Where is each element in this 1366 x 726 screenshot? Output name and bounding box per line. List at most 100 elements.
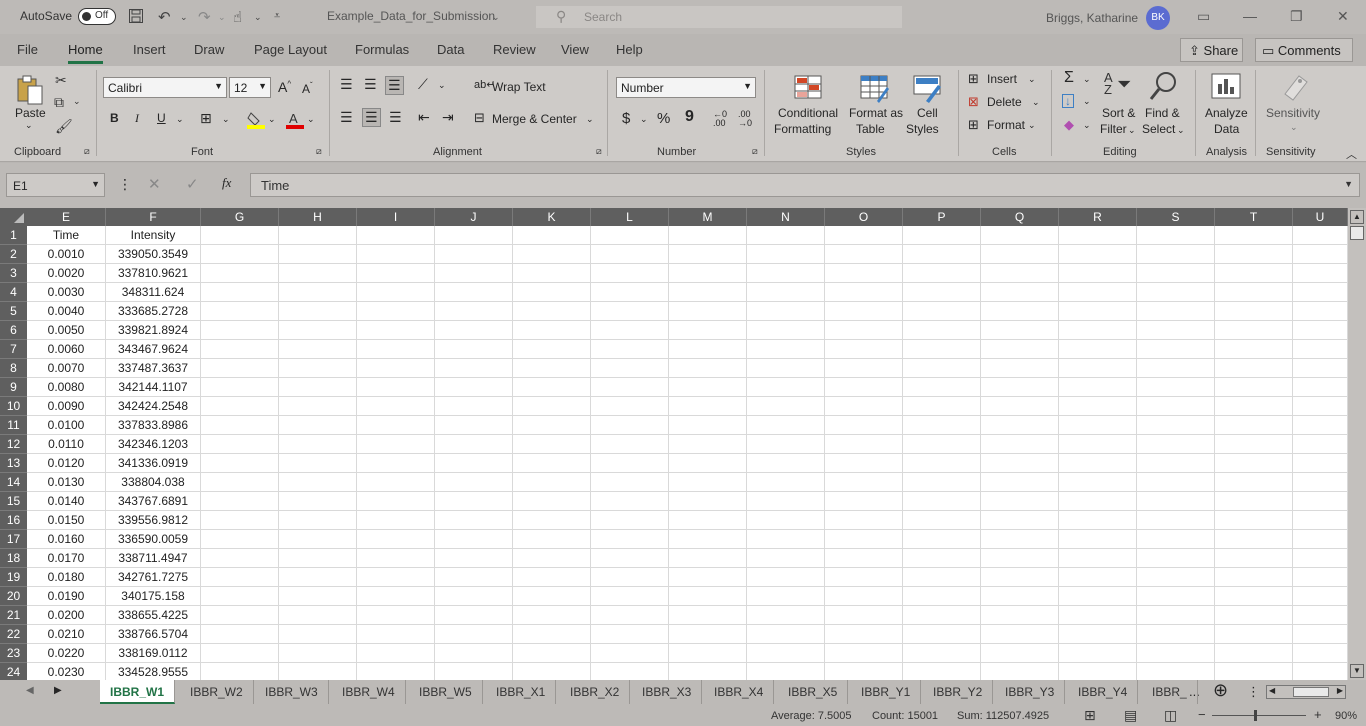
wrap-text-button[interactable]: Wrap Text	[492, 80, 546, 94]
sheet-tab[interactable]: IBBR_W3	[255, 680, 329, 704]
sheet-tab[interactable]: IBBR_W1	[100, 680, 176, 704]
cell-e17[interactable]: 0.0160	[27, 530, 106, 549]
autosave-toggle[interactable]: Off	[78, 8, 116, 25]
insert-cells-icon[interactable]: ⊞	[968, 71, 979, 87]
cell-f12[interactable]: 342346.1203	[106, 435, 201, 454]
orientation-dropdown-icon[interactable]: ⌄	[438, 80, 446, 91]
vertical-scrollbar[interactable]: ▲ ▼	[1348, 208, 1366, 680]
row-header[interactable]: 9	[0, 378, 27, 397]
tab-formulas[interactable]: Formulas	[355, 42, 409, 57]
cell-e24[interactable]: 0.0230	[27, 663, 106, 680]
next-sheet-icon[interactable]: ▶	[54, 685, 62, 696]
paste-icon[interactable]	[14, 74, 46, 109]
column-header-p[interactable]: P	[903, 208, 981, 226]
sort-filter-button[interactable]: Sort &	[1102, 106, 1135, 120]
row-header[interactable]: 11	[0, 416, 27, 435]
column-header-o[interactable]: O	[825, 208, 903, 226]
cell-styles-button[interactable]: Cell	[917, 106, 938, 120]
scroll-thumb[interactable]	[1293, 687, 1329, 697]
column-header-g[interactable]: G	[201, 208, 279, 226]
row-header[interactable]: 14	[0, 473, 27, 492]
sheet-tab[interactable]: IBBR_X3	[632, 680, 703, 704]
fill-icon[interactable]: ↓	[1062, 94, 1074, 108]
row-header[interactable]: 21	[0, 606, 27, 625]
column-header-l[interactable]: L	[591, 208, 669, 226]
cell-styles-icon[interactable]	[912, 73, 942, 106]
tab-insert[interactable]: Insert	[133, 42, 166, 57]
row-header[interactable]: 19	[0, 568, 27, 587]
find-select-icon[interactable]	[1148, 70, 1178, 105]
cell-f5[interactable]: 333685.2728	[106, 302, 201, 321]
row-header[interactable]: 7	[0, 340, 27, 359]
scroll-down-icon[interactable]: ▼	[1350, 664, 1364, 678]
scroll-up-icon[interactable]: ▲	[1350, 210, 1364, 224]
middle-align-icon[interactable]: ☰	[364, 76, 377, 93]
cell-e16[interactable]: 0.0150	[27, 511, 106, 530]
format-cells-icon[interactable]: ⊞	[968, 117, 979, 133]
cell-e12[interactable]: 0.0110	[27, 435, 106, 454]
comments-button[interactable]: ▭ Comments	[1255, 38, 1353, 62]
cell-e2[interactable]: 0.0010	[27, 245, 106, 264]
autosum-icon[interactable]: Σ	[1064, 69, 1074, 87]
fill-color-icon[interactable]	[246, 110, 266, 133]
cell-e6[interactable]: 0.0050	[27, 321, 106, 340]
row-header[interactable]: 12	[0, 435, 27, 454]
avatar[interactable]: BK	[1146, 6, 1170, 30]
more-options-icon[interactable]: ⋮	[118, 176, 132, 193]
column-header-f[interactable]: F	[106, 208, 201, 226]
cell-f11[interactable]: 337833.8986	[106, 416, 201, 435]
tab-file[interactable]: File	[17, 42, 38, 57]
column-header-h[interactable]: H	[279, 208, 357, 226]
document-title[interactable]: Example_Data_for_Submission	[327, 9, 495, 23]
column-header-n[interactable]: N	[747, 208, 825, 226]
new-sheet-icon[interactable]: ⊕	[1213, 680, 1228, 701]
insert-dropdown-icon[interactable]: ⌄	[1028, 74, 1036, 85]
cell-f13[interactable]: 341336.0919	[106, 454, 201, 473]
tab-data[interactable]: Data	[437, 42, 464, 57]
currency-dropdown-icon[interactable]: ⌄	[640, 114, 648, 125]
cell-e5[interactable]: 0.0040	[27, 302, 106, 321]
cell-e23[interactable]: 0.0220	[27, 644, 106, 663]
fill-dropdown-icon[interactable]: ⌄	[1083, 96, 1091, 107]
sheet-tab[interactable]: IBBR_W4	[332, 680, 406, 704]
decrease-font-size-icon[interactable]: Aˇ	[302, 81, 313, 96]
zoom-slider-thumb[interactable]	[1254, 710, 1257, 721]
row-header[interactable]: 15	[0, 492, 27, 511]
insert-function-button[interactable]: fx	[222, 175, 231, 191]
analyze-data-button[interactable]: Analyze	[1205, 106, 1248, 120]
merge-center-button[interactable]: Merge & Center	[492, 112, 577, 126]
expand-formula-bar-icon[interactable]: ▼	[1344, 179, 1353, 189]
cell-e3[interactable]: 0.0020	[27, 264, 106, 283]
scroll-left-icon[interactable]: ◀	[1269, 686, 1275, 695]
cell-f7[interactable]: 343467.9624	[106, 340, 201, 359]
sheet-tab[interactable]: IBBR_W5	[409, 680, 483, 704]
formula-input[interactable]: Time ▼	[250, 173, 1360, 197]
column-header-j[interactable]: J	[435, 208, 513, 226]
cell-f10[interactable]: 342424.2548	[106, 397, 201, 416]
row-header[interactable]: 16	[0, 511, 27, 530]
column-header-t[interactable]: T	[1215, 208, 1293, 226]
row-header[interactable]: 20	[0, 587, 27, 606]
status-average[interactable]: Average: 7.5005	[771, 710, 852, 722]
cut-icon[interactable]: ✂	[55, 72, 67, 89]
cell-e15[interactable]: 0.0140	[27, 492, 106, 511]
currency-button[interactable]: $	[622, 110, 630, 127]
decrease-decimal-icon[interactable]: .00 →0	[738, 110, 752, 128]
prev-sheet-icon[interactable]: ◀	[26, 685, 34, 696]
zoom-in-icon[interactable]: +	[1314, 707, 1322, 722]
row-header[interactable]: 6	[0, 321, 27, 340]
title-dropdown-icon[interactable]: ⌄	[492, 12, 500, 23]
row-header[interactable]: 4	[0, 283, 27, 302]
cell-f23[interactable]: 338169.0112	[106, 644, 201, 663]
fill-color-dropdown-icon[interactable]: ⌄	[268, 114, 276, 125]
column-header-q[interactable]: Q	[981, 208, 1059, 226]
page-break-view-icon[interactable]: ◫	[1164, 707, 1177, 724]
font-launcher-icon[interactable]: ⧄	[316, 146, 322, 157]
format-dropdown-icon[interactable]: ⌄	[1028, 120, 1036, 131]
cell-f6[interactable]: 339821.8924	[106, 321, 201, 340]
underline-icon[interactable]: U	[157, 111, 166, 125]
clear-dropdown-icon[interactable]: ⌄	[1083, 120, 1091, 131]
sensitivity-button[interactable]: Sensitivity	[1266, 106, 1320, 120]
cell-e11[interactable]: 0.0100	[27, 416, 106, 435]
find-select-button[interactable]: Find &	[1145, 106, 1180, 120]
